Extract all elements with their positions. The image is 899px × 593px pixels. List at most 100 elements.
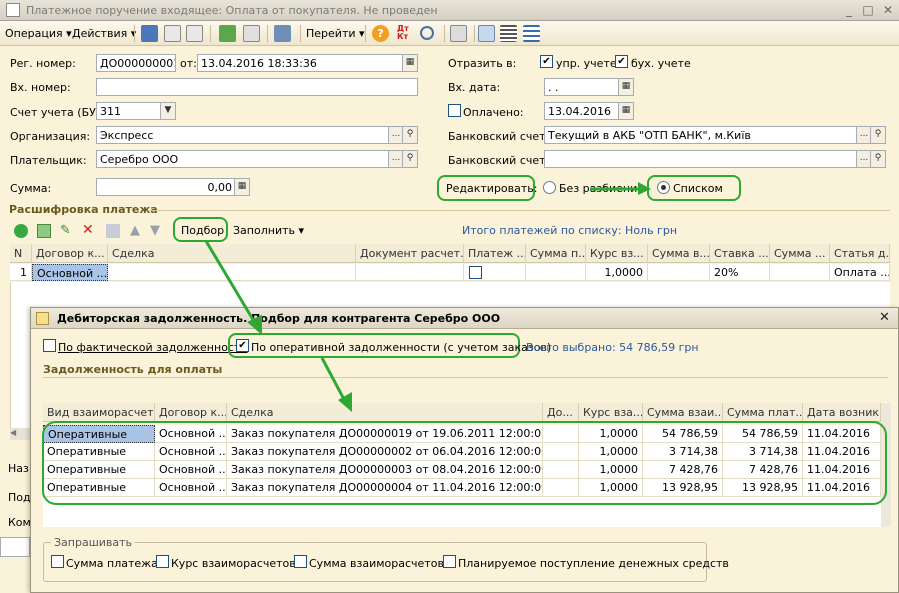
sum-field[interactable]: 0,00 [96,178,236,196]
unpost-icon[interactable] [243,25,260,42]
fill-menu[interactable]: Заполнить ▾ [233,224,304,237]
row-sum-p[interactable] [526,264,586,281]
operation-menu[interactable]: Операция ▾ [5,27,72,40]
add-row-icon[interactable] [14,224,28,238]
col-header[interactable]: Сумма взаи... [643,403,723,422]
actual-debt-checkbox[interactable] [43,339,56,352]
col-header[interactable]: Сумма в... [648,244,710,263]
reg-number-label: Рег. номер: [10,57,76,70]
search-icon[interactable] [420,26,434,40]
delete-row-icon[interactable]: ✕ [82,222,96,238]
ask-rate-checkbox[interactable] [156,555,169,568]
col-header[interactable]: Документ расчет... [356,244,464,263]
date-field[interactable]: 13.04.2016 18:33:36 [197,54,407,72]
dt-kt-icon[interactable]: Дт Кт [397,25,414,42]
payer-field[interactable]: Серебро ООО [96,150,390,168]
operational-debt-checkbox[interactable]: ✔ [236,339,249,352]
row-checkbox[interactable] [469,266,482,279]
col-header[interactable]: Статья д... [830,244,890,263]
in-number-field[interactable] [96,78,418,96]
col-header[interactable]: Сумма плат... [723,403,803,422]
no-split-radio[interactable] [543,181,556,194]
accounting-checkbox[interactable]: ✔ [615,55,628,68]
ask-planned-checkbox[interactable] [443,555,456,568]
organization-field[interactable]: Экспресс [96,126,390,144]
col-header[interactable]: Дата возник... [803,403,881,422]
end-edit-icon[interactable] [106,224,120,238]
col-header[interactable]: Курс вза... [579,403,643,422]
filter-icon[interactable] [478,25,495,42]
col-header[interactable]: Сделка [108,244,356,263]
minimize-icon[interactable]: _ [841,2,857,18]
calculator-icon[interactable]: ▦ [234,178,250,196]
paid-checkbox[interactable] [448,104,461,117]
bank-account-field[interactable]: Текущий в АКБ "ОТП БАНК", м.Київ [544,126,858,144]
in-date-field[interactable]: . . [544,78,624,96]
bottom-left-field [0,537,30,557]
calendar-icon[interactable]: ▦ [402,54,418,72]
dialog-close-icon[interactable]: ✕ [879,310,890,325]
payer-bank-search-icon[interactable]: ⚲ [870,150,886,168]
move-down-icon[interactable]: ▼ [150,223,160,238]
dialog-title-bar: Дебиторская задолженность. Подбор для ко… [31,308,898,329]
reg-number-field[interactable]: ДО000000001 [96,54,176,72]
grid-scrollbar[interactable]: ◀ [10,428,32,440]
save-icon[interactable] [141,25,158,42]
row-payment-check[interactable] [464,264,526,281]
row-sum-v[interactable] [648,264,710,281]
in-date-calendar-icon[interactable]: ▦ [618,78,634,96]
row-contract[interactable]: Основной ... [32,264,108,281]
arrow-icon [590,182,651,195]
dialog-title: Дебиторская задолженность. Подбор для ко… [57,312,501,325]
col-header[interactable]: N [10,244,32,263]
paid-date-calendar-icon[interactable]: ▦ [618,102,634,120]
ask-pay-sum-checkbox[interactable] [51,555,64,568]
col-header[interactable]: Сумма п... [526,244,586,263]
col-header[interactable]: Договор к... [155,403,227,422]
basis-label-cut: Под [8,491,31,504]
actions-menu[interactable]: Действия ▾ [72,27,136,40]
goto-menu[interactable]: Перейти ▾ [306,27,365,40]
paid-date-field[interactable]: 13.04.2016 [544,102,624,120]
col-header[interactable]: Сумма ... [770,244,830,263]
edit-row-icon[interactable]: ✎ [60,224,74,238]
copy-row-icon[interactable] [37,224,51,238]
structure-icon[interactable] [450,25,467,42]
ask-mutual-sum-checkbox[interactable] [294,555,307,568]
write-icon[interactable] [164,25,181,42]
row-sum-vat[interactable] [770,264,830,281]
col-header[interactable]: Ставка ... [710,244,770,263]
list-settings-icon[interactable] [523,25,540,42]
close-form-icon[interactable] [186,25,203,42]
by-list-radio[interactable] [657,181,670,194]
table-icon[interactable] [500,25,517,42]
organization-search-icon[interactable]: ⚲ [402,126,418,144]
print-icon[interactable] [274,25,291,42]
payer-search-icon[interactable]: ⚲ [402,150,418,168]
help-icon[interactable]: ? [372,25,389,42]
row-document[interactable] [356,264,464,281]
col-header[interactable]: Курс вз... [586,244,648,263]
row-deal[interactable] [108,264,356,281]
payer-bank-account-field[interactable] [544,150,858,168]
row-vat[interactable]: 20% [710,264,770,281]
in-number-label: Вх. номер: [10,81,71,94]
col-header[interactable]: Договор к... [32,244,108,263]
row-rate[interactable]: 1,0000 [586,264,648,281]
mgmt-accounting-checkbox[interactable]: ✔ [540,55,553,68]
move-up-icon[interactable]: ▲ [130,223,140,238]
close-icon[interactable]: ✕ [880,2,896,18]
account-dropdown-icon[interactable]: ▼ [160,102,176,120]
row-article[interactable]: Оплата ... [830,264,890,281]
pick-button[interactable]: Подбор [181,224,224,237]
col-header[interactable]: Платеж ... [464,244,526,263]
maximize-icon[interactable]: □ [860,2,876,18]
col-header[interactable]: Вид взаиморасчет... [43,403,155,422]
reflect-label: Отразить в: [448,57,517,70]
col-header[interactable]: Сделка [227,403,543,422]
account-field[interactable]: 311 [96,102,162,120]
col-header[interactable]: До... [543,403,579,422]
bank-account-search-icon[interactable]: ⚲ [870,126,886,144]
total-payments-link[interactable]: Итого платежей по списку: Ноль грн [462,224,677,237]
post-icon[interactable] [219,25,236,42]
